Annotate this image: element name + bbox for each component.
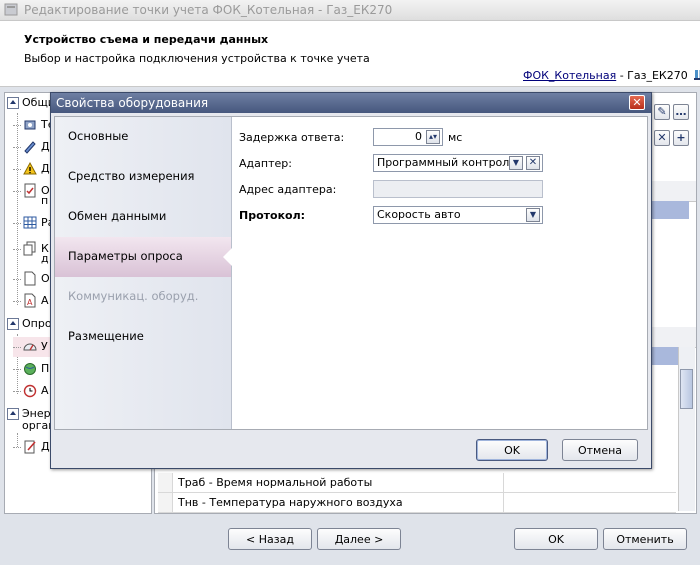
network-icon <box>694 70 700 80</box>
clear-icon[interactable]: ✕ <box>526 156 540 170</box>
delay-unit: мс <box>448 131 463 144</box>
chevron-down-icon[interactable]: ▼ <box>526 208 540 222</box>
dialog-close-button[interactable]: ✕ <box>629 95 645 110</box>
toolbar-close-button[interactable]: ✕ <box>654 130 670 146</box>
collapse-icon[interactable] <box>7 408 19 420</box>
ok-button[interactable]: OK <box>514 528 598 550</box>
dialog-footer: OK Отмена <box>54 431 646 465</box>
equipment-properties-dialog: Свойства оборудования ✕ Основные Средств… <box>50 92 652 469</box>
adapter-select[interactable]: Программный контрол... ▼ ✕ <box>373 154 543 172</box>
adapter-label: Адаптер: <box>239 157 292 170</box>
dialog-cancel-button[interactable]: Отмена <box>562 439 638 461</box>
scrollbar[interactable] <box>678 347 695 511</box>
grid-icon <box>23 216 37 229</box>
clock-icon <box>23 384 37 398</box>
spinner-arrows-icon[interactable]: ▴▾ <box>426 130 440 144</box>
nav-measurement-device[interactable]: Средство измерения <box>55 157 231 197</box>
cancel-button[interactable]: Отменить <box>603 528 687 550</box>
nav-main[interactable]: Основные <box>55 117 231 157</box>
point-link[interactable]: ФОК_Котельная <box>523 69 616 82</box>
wizard-subheading: Выбор и настройка подключения устройства… <box>24 52 370 65</box>
dialog-ok-button[interactable]: OK <box>476 439 548 461</box>
wizard-footer: < Назад Далее > OK Отменить <box>0 520 700 565</box>
protocol-select[interactable]: Скорость авто ▼ <box>373 206 543 224</box>
dialog-title: Свойства оборудования <box>56 96 209 110</box>
protocol-value: Скорость авто <box>377 208 461 221</box>
nav-data-exchange[interactable]: Обмен данными <box>55 197 231 237</box>
toolbar-more-button[interactable]: … <box>673 104 689 120</box>
pencil-icon <box>24 141 36 154</box>
collapse-icon[interactable] <box>7 97 19 109</box>
globe-icon <box>24 363 36 375</box>
toolbar-add-button[interactable]: + <box>673 130 689 146</box>
tree-group-general[interactable]: Общи <box>7 96 55 112</box>
adapter-value: Программный контрол... <box>377 156 520 169</box>
table-row[interactable]: Тнв - Температура наружного воздуха <box>158 493 676 513</box>
text-doc-icon: A <box>24 293 36 308</box>
page-icon <box>24 271 36 286</box>
toolbar-edit-button[interactable]: ✎ <box>654 104 670 120</box>
back-button[interactable]: < Назад <box>228 528 312 550</box>
dialog-nav: Основные Средство измерения Обмен данным… <box>55 117 232 429</box>
chevron-down-icon[interactable]: ▼ <box>509 156 523 170</box>
adapter-address-label: Адрес адаптера: <box>239 183 337 196</box>
nav-placement[interactable]: Размещение <box>55 317 231 357</box>
gauge-icon <box>23 343 37 351</box>
delay-spinner[interactable]: 0 ▴▾ <box>373 128 443 146</box>
protocol-label: Протокол: <box>239 209 306 222</box>
svg-text:A: A <box>27 298 33 307</box>
point-link-area: ФОК_Котельная - Газ_ЕК270 <box>523 69 700 82</box>
table-row[interactable]: Траб - Время нормальной работы <box>158 473 676 493</box>
window-title-bar: Редактирование точки учета ФОК_Котельная… <box>0 0 700 21</box>
dialog-content: Основные Средство измерения Обмен данным… <box>54 116 648 430</box>
warning-icon <box>23 161 37 175</box>
edit-doc-icon <box>24 440 36 454</box>
collapse-icon[interactable] <box>7 318 19 330</box>
adapter-address-field <box>373 180 543 198</box>
nav-polling-parameters[interactable]: Параметры опроса <box>55 237 232 277</box>
wizard-heading: Устройство съема и передачи данных <box>24 33 269 46</box>
scrollbar-thumb[interactable] <box>680 369 693 409</box>
device-icon <box>24 120 36 130</box>
next-button[interactable]: Далее > <box>317 528 401 550</box>
dialog-title-bar: Свойства оборудования ✕ <box>51 93 651 113</box>
point-link-suffix: - Газ_ЕК270 <box>616 69 688 82</box>
nav-comm-equipment: Коммуникац. оборуд. <box>68 289 199 303</box>
delay-value: 0 <box>415 130 422 143</box>
wizard-header: Устройство съема и передачи данных Выбор… <box>0 21 700 87</box>
window-title: Редактирование точки учета ФОК_Котельная… <box>24 3 393 17</box>
delay-label: Задержка ответа: <box>239 131 345 144</box>
app-icon <box>4 3 18 16</box>
